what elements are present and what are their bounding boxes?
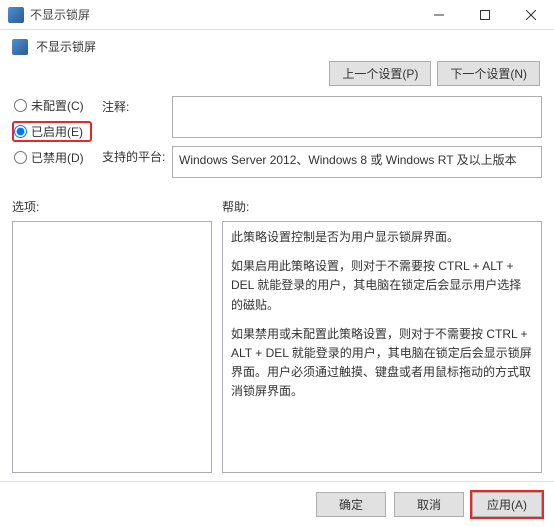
options-box[interactable] — [12, 221, 212, 473]
window-controls — [416, 0, 554, 30]
cancel-button[interactable]: 取消 — [394, 492, 464, 517]
radio-unconfigured-input[interactable] — [14, 99, 27, 112]
radio-disabled-label: 已禁用(D) — [31, 149, 84, 166]
dialog-header: 不显示锁屏 — [12, 38, 542, 55]
help-label: 帮助: — [222, 198, 542, 215]
prev-setting-button[interactable]: 上一个设置(P) — [329, 61, 431, 86]
help-box[interactable]: 此策略设置控制是否为用户显示锁屏界面。 如果启用此策略设置，则对于不需要按 CT… — [222, 221, 542, 473]
platform-text: Windows Server 2012、Windows 8 或 Windows … — [172, 146, 542, 178]
help-paragraph: 此策略设置控制是否为用户显示锁屏界面。 — [231, 228, 533, 247]
apply-button[interactable]: 应用(A) — [472, 492, 542, 517]
window-title: 不显示锁屏 — [30, 6, 416, 23]
options-label: 选项: — [12, 198, 212, 215]
comment-label: 注释: — [102, 96, 172, 115]
help-paragraph: 如果禁用或未配置此策略设置，则对于不需要按 CTRL + ALT + DEL 就… — [231, 325, 533, 402]
close-button[interactable] — [508, 0, 554, 30]
next-setting-button[interactable]: 下一个设置(N) — [437, 61, 540, 86]
titlebar: 不显示锁屏 — [0, 0, 554, 30]
platform-label: 支持的平台: — [102, 146, 172, 165]
radio-unconfigured-label: 未配置(C) — [31, 97, 84, 114]
state-radio-group: 未配置(C) 已启用(E) 已禁用(D) — [12, 96, 92, 167]
dialog-footer: 确定 取消 应用(A) — [0, 481, 554, 527]
dialog-title: 不显示锁屏 — [36, 38, 96, 55]
maximize-button[interactable] — [462, 0, 508, 30]
nav-buttons: 上一个设置(P) 下一个设置(N) — [12, 61, 542, 86]
ok-button[interactable]: 确定 — [316, 492, 386, 517]
minimize-button[interactable] — [416, 0, 462, 30]
radio-unconfigured[interactable]: 未配置(C) — [12, 96, 92, 115]
radio-enabled-input[interactable] — [14, 125, 27, 138]
radio-enabled-label: 已启用(E) — [31, 123, 83, 140]
radio-disabled-input[interactable] — [14, 151, 27, 164]
radio-enabled[interactable]: 已启用(E) — [12, 121, 92, 142]
help-paragraph: 如果启用此策略设置，则对于不需要按 CTRL + ALT + DEL 就能登录的… — [231, 257, 533, 315]
radio-disabled[interactable]: 已禁用(D) — [12, 148, 92, 167]
app-icon — [8, 7, 24, 23]
comment-textarea[interactable] — [172, 96, 542, 138]
policy-icon — [12, 39, 28, 55]
